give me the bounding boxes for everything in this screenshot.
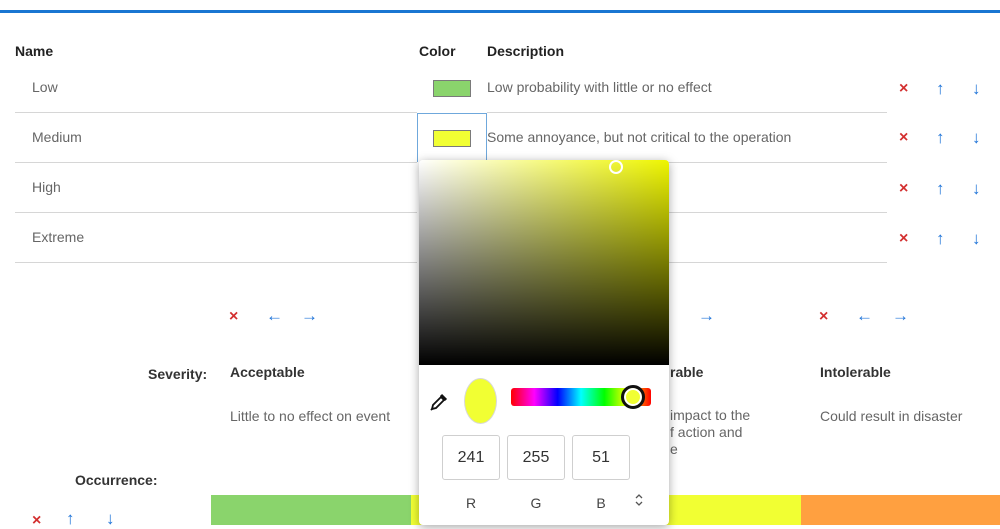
name-field-low[interactable]: Low bbox=[15, 64, 417, 113]
name-value: Extreme bbox=[32, 229, 85, 245]
delete-row-button[interactable]: × bbox=[899, 180, 908, 197]
name-field-medium[interactable]: Medium bbox=[15, 114, 417, 163]
eyedropper-icon[interactable] bbox=[429, 392, 449, 412]
severity-desc-intolerable[interactable]: Could result in disaster bbox=[820, 408, 962, 424]
delete-row-button[interactable]: × bbox=[899, 129, 908, 146]
delete-column-button[interactable]: × bbox=[229, 308, 238, 325]
description-field-extreme[interactable] bbox=[669, 214, 887, 263]
color-swatch-medium[interactable] bbox=[433, 130, 471, 147]
matrix-cell-acceptable[interactable] bbox=[211, 495, 411, 525]
name-field-extreme[interactable]: Extreme bbox=[15, 214, 417, 263]
color-picker-popover: 241 255 51 R G B bbox=[419, 160, 669, 525]
severity-desc-acceptable[interactable]: Little to no effect on event bbox=[230, 408, 390, 424]
move-down-button[interactable]: ↓ bbox=[106, 510, 115, 527]
red-input[interactable]: 241 bbox=[442, 435, 500, 480]
move-right-button[interactable]: → bbox=[698, 307, 715, 324]
header-color: Color bbox=[419, 43, 456, 59]
description-field-low[interactable]: Low probability with little or no effect bbox=[487, 64, 887, 113]
move-up-button[interactable]: ↑ bbox=[936, 180, 945, 197]
header-description: Description bbox=[487, 43, 565, 59]
blue-input[interactable]: 51 bbox=[572, 435, 630, 480]
description-field-high[interactable] bbox=[669, 164, 887, 213]
description-value: Some annoyance, but not critical to the … bbox=[487, 129, 792, 145]
move-down-button[interactable]: ↓ bbox=[972, 230, 981, 247]
header-name: Name bbox=[15, 43, 54, 59]
description-field-medium[interactable]: Some annoyance, but not critical to the … bbox=[487, 114, 887, 163]
delete-row-button[interactable]: × bbox=[32, 512, 41, 529]
delete-column-button[interactable]: × bbox=[819, 308, 828, 325]
top-accent-bar bbox=[0, 10, 1000, 13]
blue-label: B bbox=[596, 495, 606, 511]
hue-slider[interactable] bbox=[511, 385, 651, 409]
move-left-button[interactable]: ← bbox=[856, 307, 873, 324]
description-value: Low probability with little or no effect bbox=[487, 79, 712, 95]
move-up-button[interactable]: ↑ bbox=[936, 129, 945, 146]
move-right-button[interactable]: → bbox=[892, 307, 909, 324]
delete-row-button[interactable]: × bbox=[899, 230, 908, 247]
occurrence-label: Occurrence: bbox=[75, 472, 158, 488]
red-label: R bbox=[465, 495, 477, 511]
color-swatch-low[interactable] bbox=[433, 80, 471, 97]
severity-title-intolerable[interactable]: Intolerable bbox=[820, 364, 891, 380]
color-cell-medium[interactable] bbox=[417, 113, 487, 162]
move-up-button[interactable]: ↑ bbox=[936, 230, 945, 247]
move-up-button[interactable]: ↑ bbox=[936, 80, 945, 97]
color-preview bbox=[464, 378, 497, 424]
color-mode-toggle-icon[interactable] bbox=[634, 493, 644, 510]
move-up-button[interactable]: ↑ bbox=[66, 510, 75, 527]
green-input[interactable]: 255 bbox=[507, 435, 565, 480]
move-right-button[interactable]: → bbox=[301, 307, 318, 324]
move-down-button[interactable]: ↓ bbox=[972, 180, 981, 197]
saturation-area[interactable] bbox=[419, 160, 669, 365]
name-value: Medium bbox=[32, 129, 82, 145]
name-value: High bbox=[32, 179, 61, 195]
color-cell-low[interactable] bbox=[417, 64, 487, 113]
severity-desc-tolerable[interactable]: impact to the f action and e bbox=[670, 407, 750, 458]
name-value: Low bbox=[32, 79, 58, 95]
delete-row-button[interactable]: × bbox=[899, 80, 908, 97]
severity-title-acceptable[interactable]: Acceptable bbox=[230, 364, 305, 380]
green-label: G bbox=[530, 495, 542, 511]
matrix-cell-intolerable[interactable] bbox=[801, 495, 1000, 525]
severity-label: Severity: bbox=[148, 366, 208, 382]
saturation-handle[interactable] bbox=[609, 160, 623, 174]
move-down-button[interactable]: ↓ bbox=[972, 80, 981, 97]
hue-slider-handle[interactable] bbox=[621, 385, 645, 409]
move-left-button[interactable]: ← bbox=[266, 307, 283, 324]
severity-title-tolerable[interactable]: rable bbox=[670, 364, 703, 380]
move-down-button[interactable]: ↓ bbox=[972, 129, 981, 146]
name-field-high[interactable]: High bbox=[15, 164, 417, 213]
